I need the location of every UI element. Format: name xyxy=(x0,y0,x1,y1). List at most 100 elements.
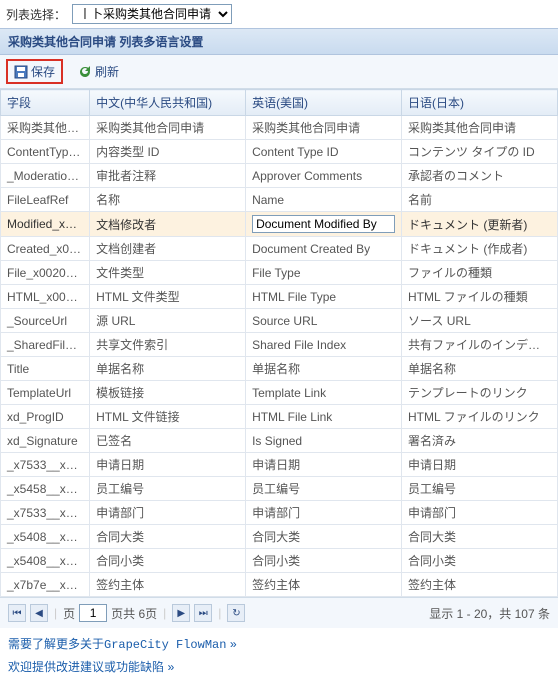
pager-last-button[interactable]: ⏭ xyxy=(194,604,212,622)
table-row[interactable]: TemplateUrl模板链接Template Linkテンプレートのリンク xyxy=(1,381,558,405)
table-row[interactable]: _x5408__x540c_..合同大类合同大类合同大类 xyxy=(1,525,558,549)
col-en[interactable]: 英语(美国) xyxy=(246,90,402,116)
table-row[interactable]: FileLeafRef名称Name名前 xyxy=(1,188,558,212)
cell[interactable]: HTML_x0020_Fil.. xyxy=(1,285,90,309)
cell[interactable]: 合同小类 xyxy=(402,549,558,573)
cell[interactable]: Is Signed xyxy=(246,429,402,453)
cell[interactable]: 签约主体 xyxy=(90,573,246,597)
cell[interactable]: テンプレートのリンク xyxy=(402,381,558,405)
cell[interactable]: コンテンツ タイプの ID xyxy=(402,140,558,164)
refresh-button[interactable]: 刷新 xyxy=(71,59,126,84)
cell[interactable]: 采购类其他合同申请 xyxy=(90,116,246,140)
table-row[interactable]: Modified_x0020_..文档修改者ドキュメント (更新者) xyxy=(1,212,558,237)
col-zh[interactable]: 中文(中华人民共和国) xyxy=(90,90,246,116)
col-field[interactable]: 字段 xyxy=(1,90,90,116)
cell[interactable]: File_x0020_Type xyxy=(1,261,90,285)
link-about[interactable]: 需要了解更多关于GrapeCity FlowMan » xyxy=(8,634,550,657)
cell[interactable]: HTML 文件类型 xyxy=(90,285,246,309)
table-row[interactable]: _SourceUrl源 URLSource URLソース URL xyxy=(1,309,558,333)
table-row[interactable]: File_x0020_Type文件类型File Typeファイルの種類 xyxy=(1,261,558,285)
cell[interactable]: FileLeafRef xyxy=(1,188,90,212)
cell[interactable]: Title xyxy=(1,357,90,381)
cell[interactable]: 已签名 xyxy=(90,429,246,453)
cell[interactable] xyxy=(246,212,402,237)
table-row[interactable]: _SharedFileIndex共享文件索引Shared File Index共… xyxy=(1,333,558,357)
cell[interactable]: 申请日期 xyxy=(402,453,558,477)
cell[interactable]: 文档创建者 xyxy=(90,237,246,261)
cell[interactable]: 员工编号 xyxy=(402,477,558,501)
cell[interactable]: _ModerationCom.. xyxy=(1,164,90,188)
cell[interactable]: Shared File Index xyxy=(246,333,402,357)
cell[interactable]: _x5408__x540c_.. xyxy=(1,525,90,549)
cell[interactable]: ファイルの種類 xyxy=(402,261,558,285)
pager-page-input[interactable] xyxy=(79,604,107,622)
table-row[interactable]: Title单据名称单据名称单据名称 xyxy=(1,357,558,381)
pager-reload-button[interactable]: ↻ xyxy=(227,604,245,622)
cell[interactable]: 合同大类 xyxy=(246,525,402,549)
cell[interactable]: 员工编号 xyxy=(246,477,402,501)
save-button[interactable]: 保存 xyxy=(6,59,63,84)
cell[interactable]: HTML File Type xyxy=(246,285,402,309)
table-row[interactable]: xd_Signature已签名Is Signed署名済み xyxy=(1,429,558,453)
cell-editor[interactable] xyxy=(252,215,395,233)
cell[interactable]: ContentTypeId xyxy=(1,140,90,164)
cell[interactable]: 合同小类 xyxy=(246,549,402,573)
cell[interactable]: 合同小类 xyxy=(90,549,246,573)
cell[interactable]: Created_x0020_By xyxy=(1,237,90,261)
cell[interactable]: 采购类其他合同申请 xyxy=(246,116,402,140)
cell[interactable]: 申请日期 xyxy=(246,453,402,477)
cell[interactable]: xd_Signature xyxy=(1,429,90,453)
cell[interactable]: ドキュメント (作成者) xyxy=(402,237,558,261)
cell[interactable]: Document Created By xyxy=(246,237,402,261)
cell[interactable]: HTML File Link xyxy=(246,405,402,429)
cell[interactable]: ソース URL xyxy=(402,309,558,333)
table-row[interactable]: xd_ProgIDHTML 文件链接HTML File LinkHTML ファイ… xyxy=(1,405,558,429)
table-row[interactable]: _ModerationCom..审批者注释Approver Comments承認… xyxy=(1,164,558,188)
cell[interactable]: 员工编号 xyxy=(90,477,246,501)
cell[interactable]: TemplateUrl xyxy=(1,381,90,405)
cell[interactable]: 文件类型 xyxy=(90,261,246,285)
cell[interactable]: 合同大类 xyxy=(90,525,246,549)
cell[interactable]: Approver Comments xyxy=(246,164,402,188)
cell[interactable]: _x5458__x5de5_.. xyxy=(1,477,90,501)
cell[interactable]: HTML ファイルの種類 xyxy=(402,285,558,309)
cell[interactable]: 文档修改者 xyxy=(90,212,246,237)
table-row[interactable]: _x7b7e__x7ea6_..签约主体签约主体签约主体 xyxy=(1,573,558,597)
table-row[interactable]: _x7533__x8bf7_..申请日期申请日期申请日期 xyxy=(1,453,558,477)
cell[interactable]: Name xyxy=(246,188,402,212)
cell[interactable]: 名前 xyxy=(402,188,558,212)
cell[interactable]: 申请部门 xyxy=(90,501,246,525)
cell[interactable]: Source URL xyxy=(246,309,402,333)
cell[interactable]: 单据名称 xyxy=(402,357,558,381)
cell[interactable]: 共有ファイルのインデックス xyxy=(402,333,558,357)
cell[interactable]: 单据名称 xyxy=(90,357,246,381)
cell[interactable]: 署名済み xyxy=(402,429,558,453)
table-row[interactable]: Created_x0020_By文档创建者Document Created By… xyxy=(1,237,558,261)
table-row[interactable]: _x5458__x5de5_..员工编号员工编号员工编号 xyxy=(1,477,558,501)
pager-next-button[interactable]: ▶ xyxy=(172,604,190,622)
cell[interactable]: File Type xyxy=(246,261,402,285)
cell[interactable]: 源 URL xyxy=(90,309,246,333)
cell[interactable]: 申请日期 xyxy=(90,453,246,477)
cell[interactable]: Content Type ID xyxy=(246,140,402,164)
cell[interactable]: 申请部门 xyxy=(402,501,558,525)
list-select[interactable]: 丨卜采购类其他合同申请 xyxy=(72,4,232,24)
cell[interactable]: _SourceUrl xyxy=(1,309,90,333)
pager-prev-button[interactable]: ◀ xyxy=(30,604,48,622)
cell[interactable]: HTML 文件链接 xyxy=(90,405,246,429)
pager-first-button[interactable]: ⏮ xyxy=(8,604,26,622)
cell[interactable]: _x7533__x8bf7_.. xyxy=(1,501,90,525)
cell[interactable]: 申请部门 xyxy=(246,501,402,525)
cell[interactable]: 签约主体 xyxy=(402,573,558,597)
cell[interactable]: 模板链接 xyxy=(90,381,246,405)
cell[interactable]: 合同大类 xyxy=(402,525,558,549)
table-row[interactable]: HTML_x0020_Fil..HTML 文件类型HTML File TypeH… xyxy=(1,285,558,309)
cell[interactable]: 采购类其他合同.. xyxy=(1,116,90,140)
cell[interactable]: 审批者注释 xyxy=(90,164,246,188)
cell[interactable]: _x5408__x540c_.. xyxy=(1,549,90,573)
cell[interactable]: xd_ProgID xyxy=(1,405,90,429)
cell[interactable]: 内容类型 ID xyxy=(90,140,246,164)
table-row[interactable]: 采购类其他合同..采购类其他合同申请采购类其他合同申请采购类其他合同申请 xyxy=(1,116,558,140)
cell[interactable]: 名称 xyxy=(90,188,246,212)
link-feedback[interactable]: 欢迎提供改进建议或功能缺陷 » xyxy=(8,657,550,680)
